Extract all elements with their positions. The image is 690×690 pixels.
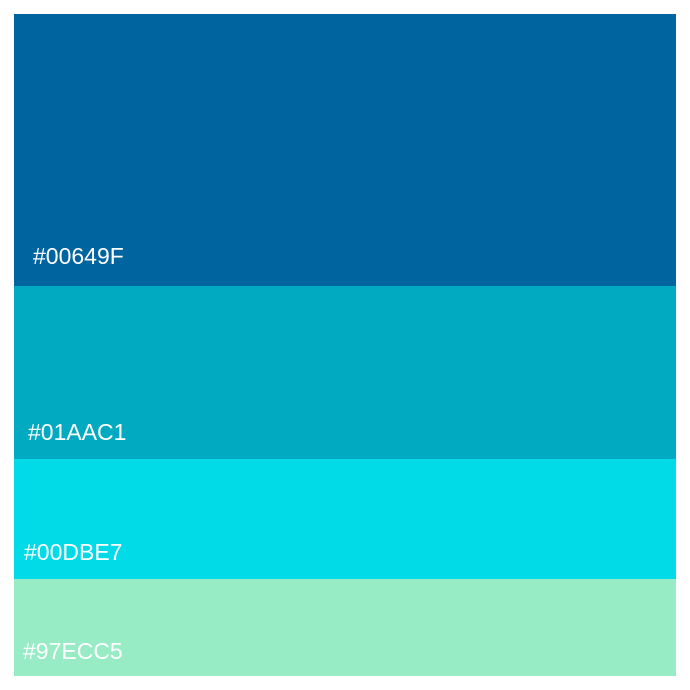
color-swatch[interactable]: #01AAC1 xyxy=(14,286,676,459)
color-swatch[interactable]: #00DBE7 xyxy=(14,459,676,579)
swatch-hex-label: #00DBE7 xyxy=(24,539,123,565)
color-swatch[interactable]: #00649F xyxy=(14,14,676,286)
swatch-hex-label: #97ECC5 xyxy=(23,638,123,664)
color-palette: #00649F #01AAC1 #00DBE7 #97ECC5 xyxy=(14,14,676,676)
swatch-hex-label: #00649F xyxy=(33,243,124,269)
color-swatch[interactable]: #97ECC5 xyxy=(14,579,676,676)
swatch-hex-label: #01AAC1 xyxy=(28,419,127,445)
